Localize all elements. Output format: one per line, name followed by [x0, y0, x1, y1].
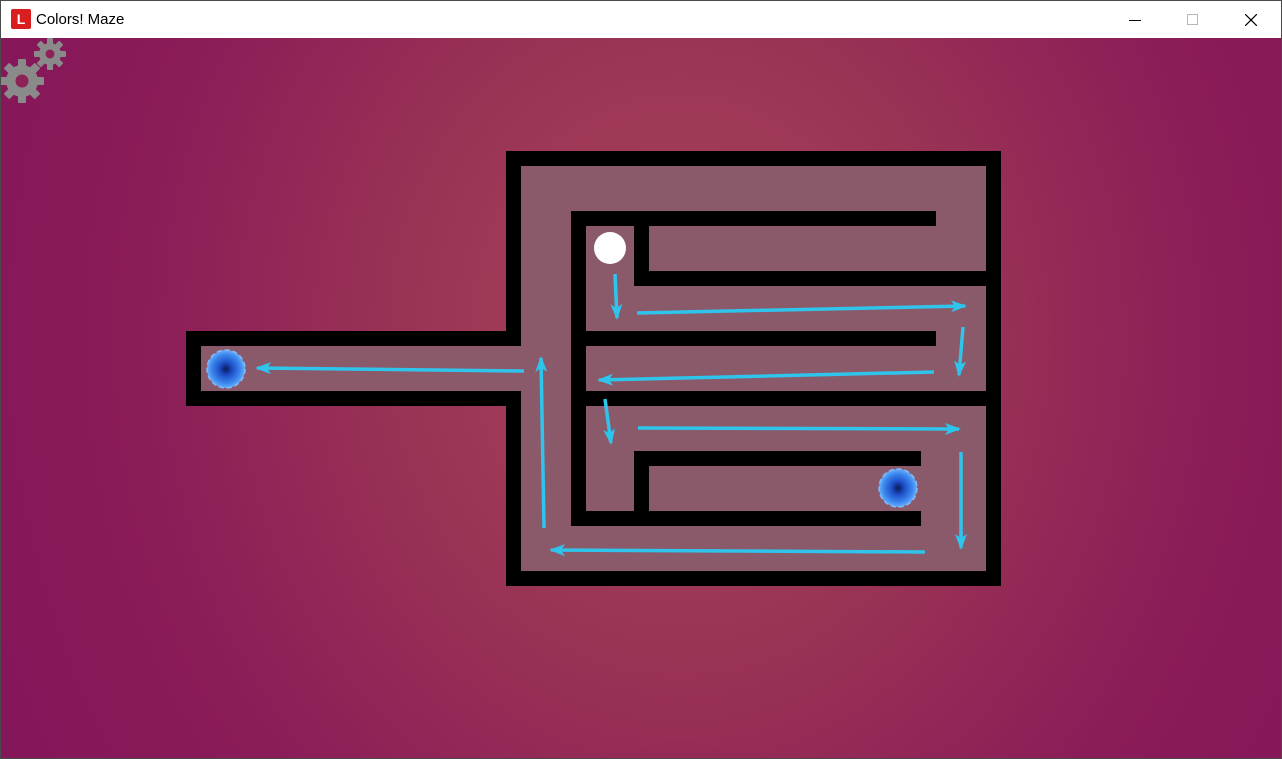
close-button[interactable]: [1222, 1, 1280, 38]
maximize-button[interactable]: [1164, 1, 1222, 38]
maximize-icon: [1187, 13, 1198, 25]
app-window: L Colors! Maze: [0, 0, 1282, 759]
player-ball[interactable]: [594, 232, 626, 264]
maze-board: [186, 151, 1001, 586]
portal: [878, 468, 918, 508]
window-title: Colors! Maze: [36, 11, 125, 28]
path-arrow: [610, 273, 623, 320]
path-arrow: [549, 544, 926, 557]
app-icon: L: [11, 9, 31, 29]
close-icon: [1245, 13, 1257, 26]
game-area[interactable]: [1, 38, 1281, 758]
path-arrow: [637, 422, 961, 435]
minimize-icon: [1129, 19, 1141, 21]
settings-gears-icon[interactable]: [1, 38, 71, 108]
title-bar[interactable]: L Colors! Maze: [1, 1, 1281, 38]
minimize-button[interactable]: [1106, 1, 1164, 38]
portal: [206, 349, 246, 389]
